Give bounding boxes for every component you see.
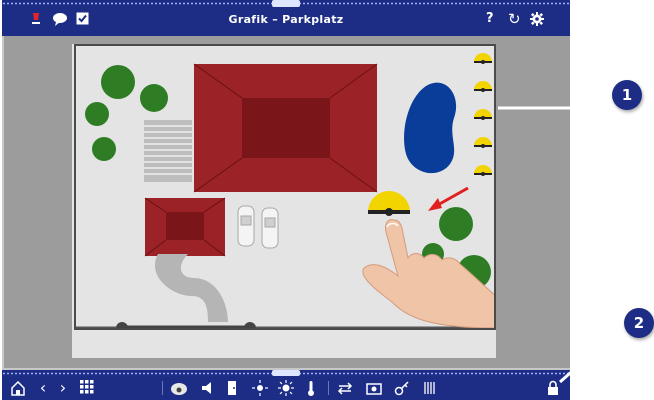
- callout-lines: [498, 106, 613, 384]
- callout-marker: 2: [624, 308, 654, 338]
- callout-marker: 1: [612, 80, 642, 110]
